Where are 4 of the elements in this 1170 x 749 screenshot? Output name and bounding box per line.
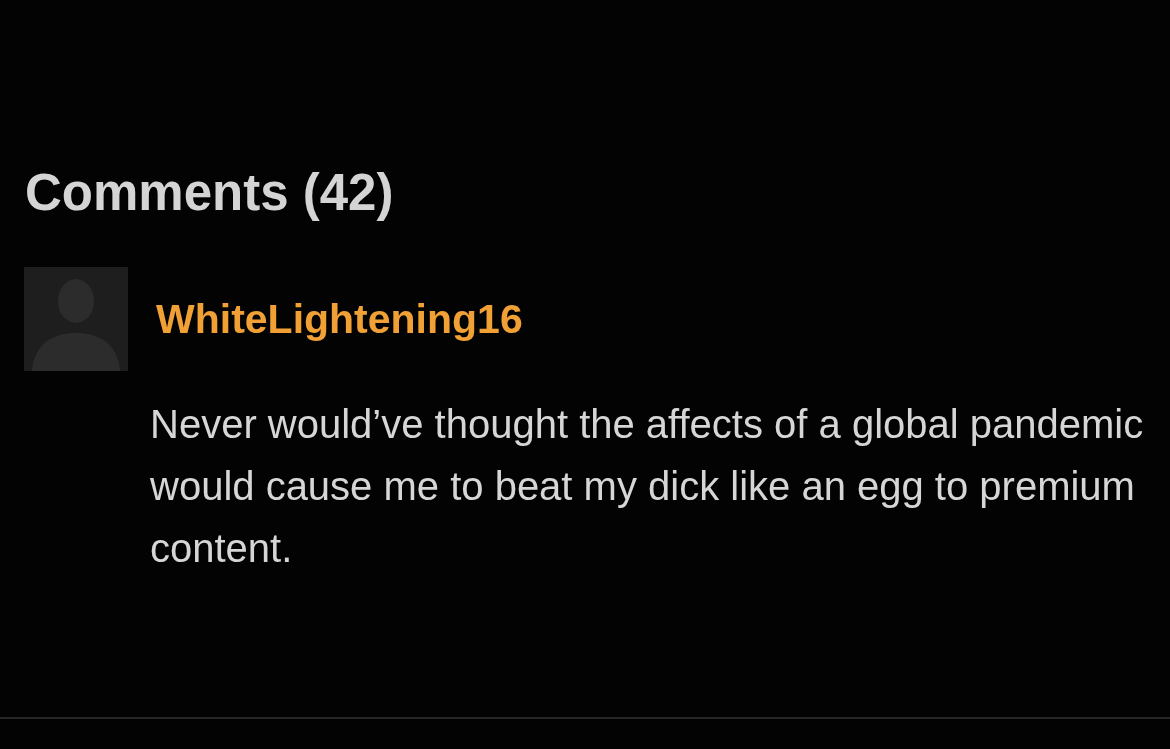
comment-text: Never would’ve thought the affects of a global pandemic would cause me to beat my dick like an egg to premium content.: [150, 401, 1145, 572]
username-link[interactable]: WhiteLightening16: [156, 294, 523, 344]
avatar-icon: [24, 267, 128, 371]
comments-heading: Comments (42): [25, 163, 395, 223]
